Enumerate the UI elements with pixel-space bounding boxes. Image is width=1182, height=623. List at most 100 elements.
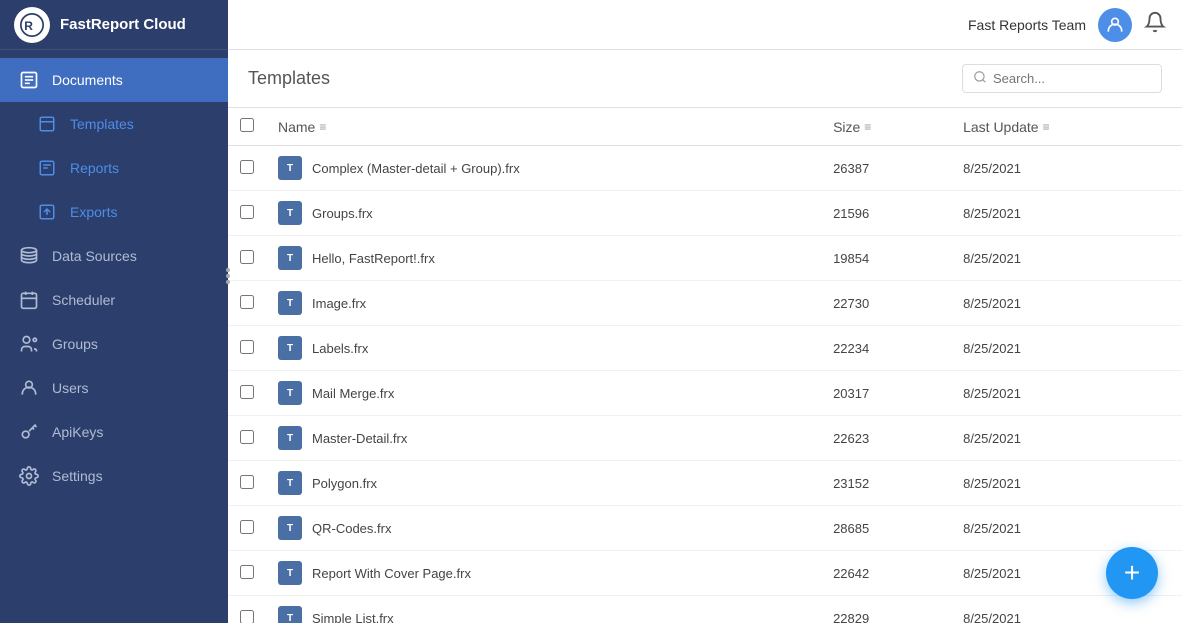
file-name: Labels.frx	[312, 341, 368, 356]
name-filter-icon[interactable]: ≡	[319, 120, 326, 134]
document-icon	[18, 69, 40, 91]
main-content: Fast Reports Team Templates	[228, 0, 1182, 623]
table-row: T Complex (Master-detail + Group).frx 26…	[228, 146, 1182, 191]
file-type-icon: T	[278, 471, 302, 495]
row-checkbox-6[interactable]	[240, 430, 254, 444]
row-size-cell: 20317	[821, 371, 951, 416]
sidebar-item-documents[interactable]: Documents	[0, 58, 228, 102]
file-name: Image.frx	[312, 296, 366, 311]
search-input[interactable]	[993, 71, 1153, 86]
size-filter-icon[interactable]: ≡	[864, 120, 871, 134]
table-row: T Simple List.frx 22829 8/25/2021	[228, 596, 1182, 623]
sidebar-item-users[interactable]: Users	[0, 366, 228, 410]
row-checkbox-cell	[228, 146, 266, 191]
search-box[interactable]	[962, 64, 1162, 93]
table-row: T Labels.frx 22234 8/25/2021	[228, 326, 1182, 371]
export-icon	[36, 201, 58, 223]
sidebar-collapse-toggle[interactable]	[222, 260, 1182, 292]
row-date-cell: 8/25/2021	[951, 326, 1182, 371]
row-date-cell: 8/25/2021	[951, 506, 1182, 551]
table-body: T Complex (Master-detail + Group).frx 26…	[228, 146, 1182, 623]
row-date-cell: 8/25/2021	[951, 416, 1182, 461]
row-name-cell: T Polygon.frx	[266, 461, 821, 506]
sidebar-item-scheduler[interactable]: Scheduler	[0, 278, 228, 322]
file-type-icon: T	[278, 291, 302, 315]
row-checkbox-cell	[228, 461, 266, 506]
content-area: Templates	[228, 50, 1182, 623]
row-checkbox-5[interactable]	[240, 385, 254, 399]
sidebar-item-groups-label: Groups	[52, 336, 98, 352]
row-checkbox-9[interactable]	[240, 565, 254, 579]
header-size: Size ≡	[821, 108, 951, 146]
sidebar-item-apikeys[interactable]: ApiKeys	[0, 410, 228, 454]
apikeys-icon	[18, 421, 40, 443]
sidebar-item-exports[interactable]: Exports	[0, 190, 228, 234]
search-icon	[973, 70, 987, 87]
file-name: Master-Detail.frx	[312, 431, 407, 446]
row-checkbox-3[interactable]	[240, 295, 254, 309]
table-row: T Master-Detail.frx 22623 8/25/2021	[228, 416, 1182, 461]
row-size-cell: 28685	[821, 506, 951, 551]
last-update-filter-icon[interactable]: ≡	[1043, 120, 1050, 134]
settings-icon	[18, 465, 40, 487]
row-checkbox-10[interactable]	[240, 610, 254, 623]
file-name: QR-Codes.frx	[312, 521, 391, 536]
table-row: T Mail Merge.frx 20317 8/25/2021	[228, 371, 1182, 416]
scheduler-icon	[18, 289, 40, 311]
notification-bell-icon[interactable]	[1144, 11, 1166, 39]
row-name-cell: T Simple List.frx	[266, 596, 821, 623]
file-name: Groups.frx	[312, 206, 373, 221]
sidebar-item-groups[interactable]: Groups	[0, 322, 228, 366]
sidebar-item-apikeys-label: ApiKeys	[52, 424, 103, 440]
sidebar-item-scheduler-label: Scheduler	[52, 292, 115, 308]
row-checkbox-cell	[228, 551, 266, 596]
row-name-cell: T QR-Codes.frx	[266, 506, 821, 551]
sidebar-item-data-sources[interactable]: Data Sources	[0, 234, 228, 278]
file-name: Polygon.frx	[312, 476, 377, 491]
sidebar-item-reports[interactable]: Reports	[0, 146, 228, 190]
sidebar-item-templates[interactable]: Templates	[0, 102, 228, 146]
row-name-cell: T Mail Merge.frx	[266, 371, 821, 416]
file-type-icon: T	[278, 516, 302, 540]
row-name-cell: T Groups.frx	[266, 191, 821, 236]
user-avatar[interactable]	[1098, 8, 1132, 42]
row-size-cell: 23152	[821, 461, 951, 506]
header-last-update: Last Update ≡	[951, 108, 1182, 146]
topbar-user: Fast Reports Team	[968, 8, 1166, 42]
table-row: T Polygon.frx 23152 8/25/2021	[228, 461, 1182, 506]
row-size-cell: 21596	[821, 191, 951, 236]
sidebar-header: R FastReport Cloud	[0, 0, 228, 50]
datasource-icon	[18, 245, 40, 267]
sidebar-item-templates-label: Templates	[70, 116, 134, 132]
table-row: T QR-Codes.frx 28685 8/25/2021	[228, 506, 1182, 551]
sidebar-nav: Documents Templates Reports	[0, 50, 228, 623]
add-fab-button[interactable]: +	[1106, 547, 1158, 599]
file-type-icon: T	[278, 156, 302, 180]
file-type-icon: T	[278, 426, 302, 450]
row-checkbox-7[interactable]	[240, 475, 254, 489]
sidebar-item-data-sources-label: Data Sources	[52, 248, 137, 264]
file-name: Complex (Master-detail + Group).frx	[312, 161, 520, 176]
row-checkbox-8[interactable]	[240, 520, 254, 534]
sidebar-item-exports-label: Exports	[70, 204, 117, 220]
row-checkbox-4[interactable]	[240, 340, 254, 354]
sidebar-item-settings[interactable]: Settings	[0, 454, 228, 498]
row-size-cell: 22642	[821, 551, 951, 596]
row-checkbox-cell	[228, 191, 266, 236]
row-name-cell: T Master-Detail.frx	[266, 416, 821, 461]
select-all-checkbox[interactable]	[240, 118, 254, 132]
table-container: Name ≡ Size ≡	[228, 108, 1182, 623]
template-icon	[36, 113, 58, 135]
row-name-cell: T Complex (Master-detail + Group).frx	[266, 146, 821, 191]
row-date-cell: 8/25/2021	[951, 596, 1182, 623]
row-checkbox-0[interactable]	[240, 160, 254, 174]
file-type-icon: T	[278, 606, 302, 623]
sidebar-item-documents-label: Documents	[52, 72, 123, 88]
svg-text:R: R	[24, 19, 33, 33]
username-label: Fast Reports Team	[968, 17, 1086, 33]
row-checkbox-cell	[228, 416, 266, 461]
table-row: T Groups.frx 21596 8/25/2021	[228, 191, 1182, 236]
row-date-cell: 8/25/2021	[951, 461, 1182, 506]
row-checkbox-1[interactable]	[240, 205, 254, 219]
sidebar: R FastReport Cloud Documents	[0, 0, 228, 623]
